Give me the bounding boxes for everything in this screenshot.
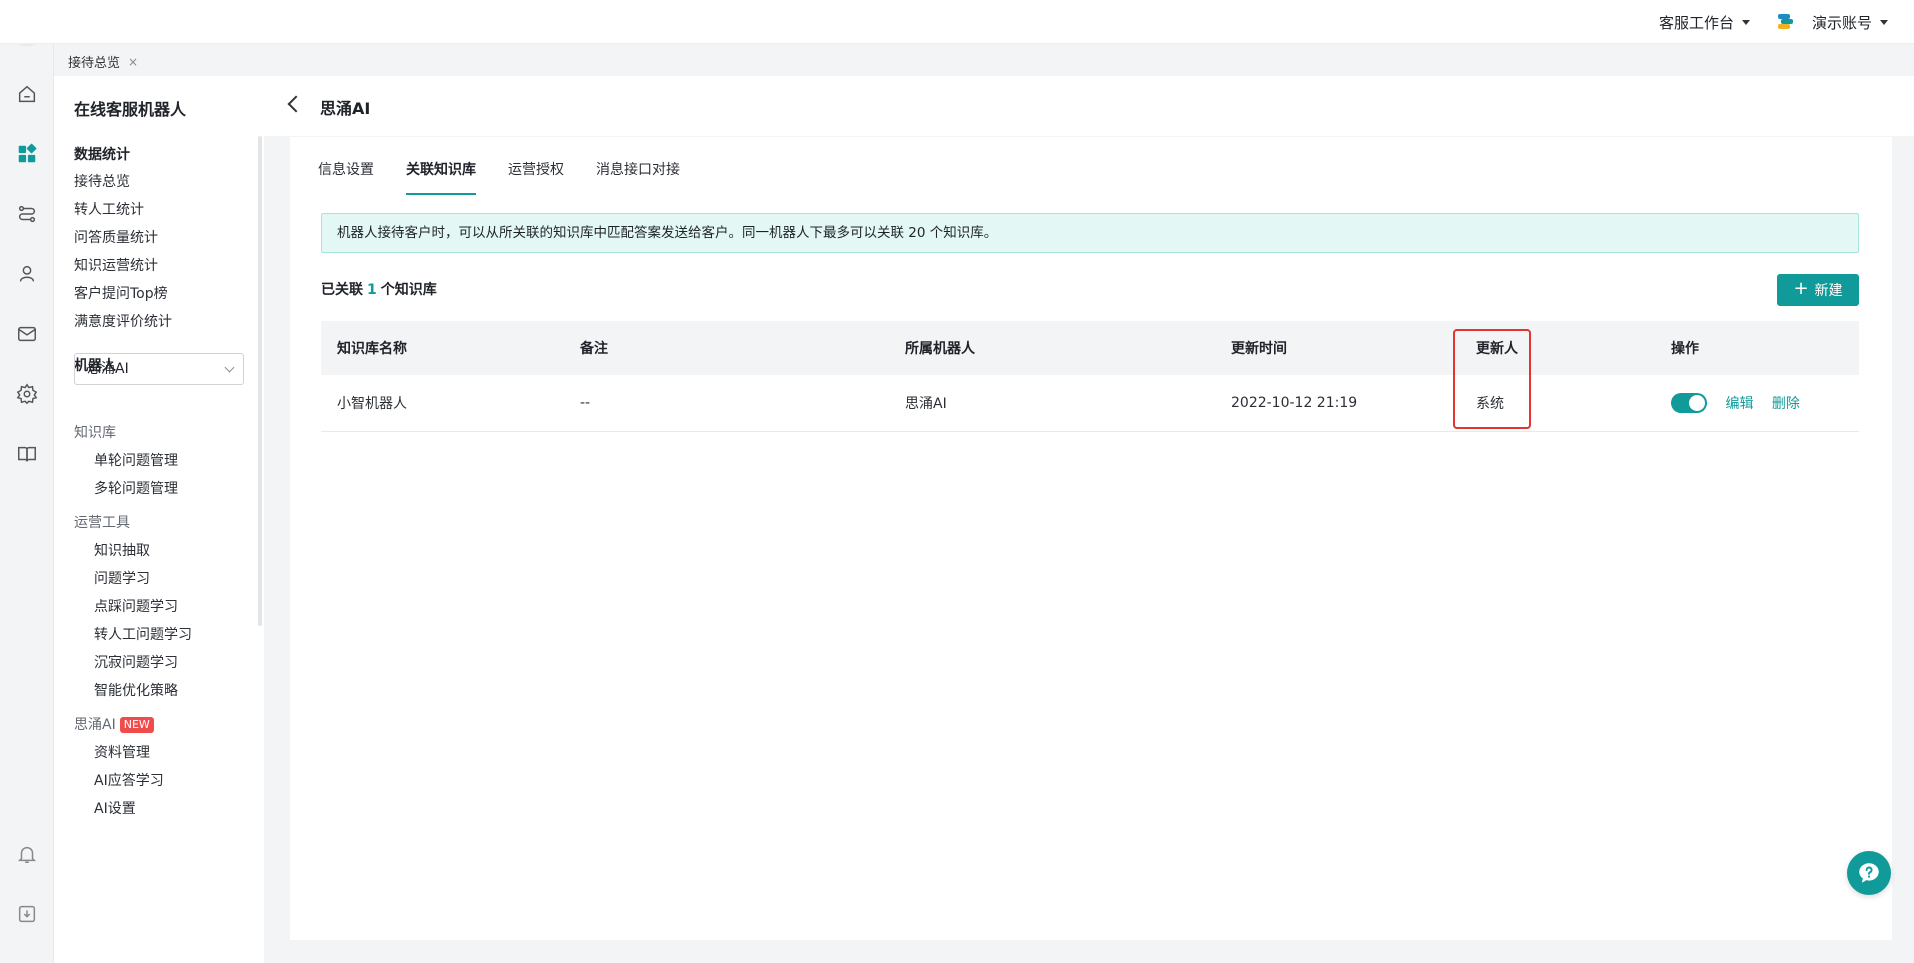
new-badge: NEW bbox=[119, 717, 154, 733]
delete-link[interactable]: 删除 bbox=[1772, 396, 1800, 412]
home-icon[interactable] bbox=[15, 82, 39, 106]
download-icon[interactable] bbox=[15, 902, 39, 926]
chevron-down-icon bbox=[224, 362, 235, 373]
workbench-menu[interactable]: 客服工作台 bbox=[1659, 12, 1750, 33]
nav-item-ai-settings[interactable]: AI设置 bbox=[94, 798, 136, 818]
plus-icon: + bbox=[1793, 278, 1809, 299]
user-icon[interactable] bbox=[15, 262, 39, 286]
help-button[interactable] bbox=[1847, 851, 1891, 895]
column-header-remark: 备注 bbox=[564, 321, 889, 375]
info-notice: 机器人接待客户时，可以从所关联的知识库中匹配答案发送给客户。同一机器人下最多可以… bbox=[321, 213, 1859, 253]
close-icon[interactable]: × bbox=[128, 55, 138, 69]
bell-icon[interactable] bbox=[15, 842, 39, 866]
workbench-label: 客服工作台 bbox=[1658, 13, 1734, 32]
nav-item-satisfaction[interactable]: 满意度评价统计 bbox=[74, 311, 172, 331]
tab-info-settings[interactable]: 信息设置 bbox=[318, 137, 374, 193]
nav-item-top-questions[interactable]: 客户提问Top榜 bbox=[74, 283, 168, 303]
nav-item-qa-quality[interactable]: 问答质量统计 bbox=[74, 227, 158, 247]
nav-item-dislike-learning[interactable]: 点踩问题学习 bbox=[94, 596, 178, 616]
group-siyong-ai-label: 思涌AI bbox=[74, 717, 116, 733]
enable-toggle[interactable] bbox=[1671, 392, 1707, 413]
column-header-actions: 操作 bbox=[1655, 321, 1859, 375]
cell-name: 小智机器人 bbox=[321, 375, 564, 432]
table-row: 小智机器人 -- 思涌AI 2022-10-12 21:19 系统 编辑 删除 bbox=[321, 375, 1859, 432]
section-data-stats: 数据统计 bbox=[74, 147, 130, 163]
page-title: 思涌AI bbox=[320, 99, 371, 118]
linked-count: 已关联 1 个知识库 bbox=[321, 279, 437, 299]
cell-robot: 思涌AI bbox=[889, 375, 1215, 432]
edit-link[interactable]: 编辑 bbox=[1725, 396, 1753, 412]
column-header-name: 知识库名称 bbox=[321, 321, 564, 375]
nav-item-transfer-learning[interactable]: 转人工问题学习 bbox=[94, 624, 192, 644]
cell-actions: 编辑 删除 bbox=[1655, 375, 1859, 432]
sidenav-title: 在线客服机器人 bbox=[74, 100, 187, 119]
caret-down-icon bbox=[1741, 19, 1750, 25]
nav-item-ai-answer-learning[interactable]: AI应答学习 bbox=[94, 770, 164, 790]
settings-icon[interactable] bbox=[15, 382, 39, 406]
nav-item-multi-turn[interactable]: 多轮问题管理 bbox=[94, 478, 178, 498]
help-icon bbox=[1859, 863, 1879, 883]
side-nav: 在线客服机器人 数据统计 接待总览 转人工统计 问答质量统计 知识运营统计 客户… bbox=[54, 76, 264, 963]
knowledge-table: 知识库名称 备注 所属机器人 更新时间 更新人 操作 小智机器人 -- 思涌AI… bbox=[321, 321, 1859, 432]
tag-bar: 接待总览 × bbox=[54, 44, 1914, 76]
nav-item-material[interactable]: 资料管理 bbox=[94, 742, 150, 762]
robot-select-value: 思涌AI bbox=[87, 361, 129, 377]
nav-item-question-learning[interactable]: 问题学习 bbox=[94, 568, 150, 588]
linked-count-value: 1 bbox=[367, 282, 377, 298]
top-bar: 客服工作台 演示账号 bbox=[0, 0, 1914, 44]
column-header-updated-at: 更新时间 bbox=[1215, 321, 1460, 375]
table-header-row: 知识库名称 备注 所属机器人 更新时间 更新人 操作 bbox=[321, 321, 1859, 375]
tab-ops-authorization[interactable]: 运营授权 bbox=[508, 137, 564, 193]
robot-select[interactable]: 思涌AI bbox=[74, 353, 244, 385]
tab-linked-knowledge[interactable]: 关联知识库 bbox=[406, 137, 476, 195]
linked-count-prefix: 已关联 bbox=[321, 282, 363, 298]
content-card: 信息设置 关联知识库 运营授权 消息接口对接 机器人接待客户时，可以从所关联的知… bbox=[290, 137, 1892, 940]
page-header: 思涌AI bbox=[264, 76, 1914, 136]
tab-message-api[interactable]: 消息接口对接 bbox=[596, 137, 680, 193]
mail-icon[interactable] bbox=[15, 322, 39, 346]
tab-bar: 信息设置 关联知识库 运营授权 消息接口对接 bbox=[318, 137, 680, 195]
column-header-robot: 所属机器人 bbox=[889, 321, 1215, 375]
tag-reception-overview[interactable]: 接待总览 × bbox=[68, 52, 138, 72]
tag-label: 接待总览 bbox=[68, 56, 121, 71]
group-ops-tools: 运营工具 bbox=[74, 515, 130, 531]
group-siyong-ai: 思涌AI NEW bbox=[74, 714, 154, 734]
cell-updated-at: 2022-10-12 21:19 bbox=[1215, 375, 1460, 432]
linked-count-suffix: 个知识库 bbox=[380, 282, 437, 298]
nav-item-single-turn[interactable]: 单轮问题管理 bbox=[94, 450, 178, 470]
account-menu[interactable]: 演示账号 bbox=[1777, 12, 1888, 33]
book-icon[interactable] bbox=[15, 442, 39, 466]
group-knowledge-base: 知识库 bbox=[74, 425, 116, 441]
dashboard-icon[interactable] bbox=[15, 142, 39, 166]
nav-item-knowledge-extract[interactable]: 知识抽取 bbox=[94, 540, 150, 560]
cell-remark: -- bbox=[564, 375, 889, 432]
new-button[interactable]: + 新建 bbox=[1777, 274, 1859, 306]
nav-item-knowledge-ops[interactable]: 知识运营统计 bbox=[74, 255, 158, 275]
nav-item-reception-overview[interactable]: 接待总览 bbox=[74, 171, 130, 191]
account-label: 演示账号 bbox=[1811, 13, 1872, 32]
back-arrow-icon[interactable] bbox=[287, 95, 305, 113]
new-button-label: 新建 bbox=[1814, 283, 1843, 299]
sidenav-scrollbar[interactable] bbox=[258, 136, 262, 626]
icon-rail bbox=[0, 0, 54, 963]
nav-item-smart-optimize[interactable]: 智能优化策略 bbox=[94, 680, 178, 700]
highlight-box bbox=[1453, 329, 1531, 429]
nav-item-transfer-stats[interactable]: 转人工统计 bbox=[74, 199, 144, 219]
nav-item-silent-learning[interactable]: 沉寂问题学习 bbox=[94, 652, 178, 672]
route-icon[interactable] bbox=[15, 202, 39, 226]
account-logo-icon bbox=[1777, 14, 1798, 30]
caret-down-icon bbox=[1880, 19, 1888, 25]
